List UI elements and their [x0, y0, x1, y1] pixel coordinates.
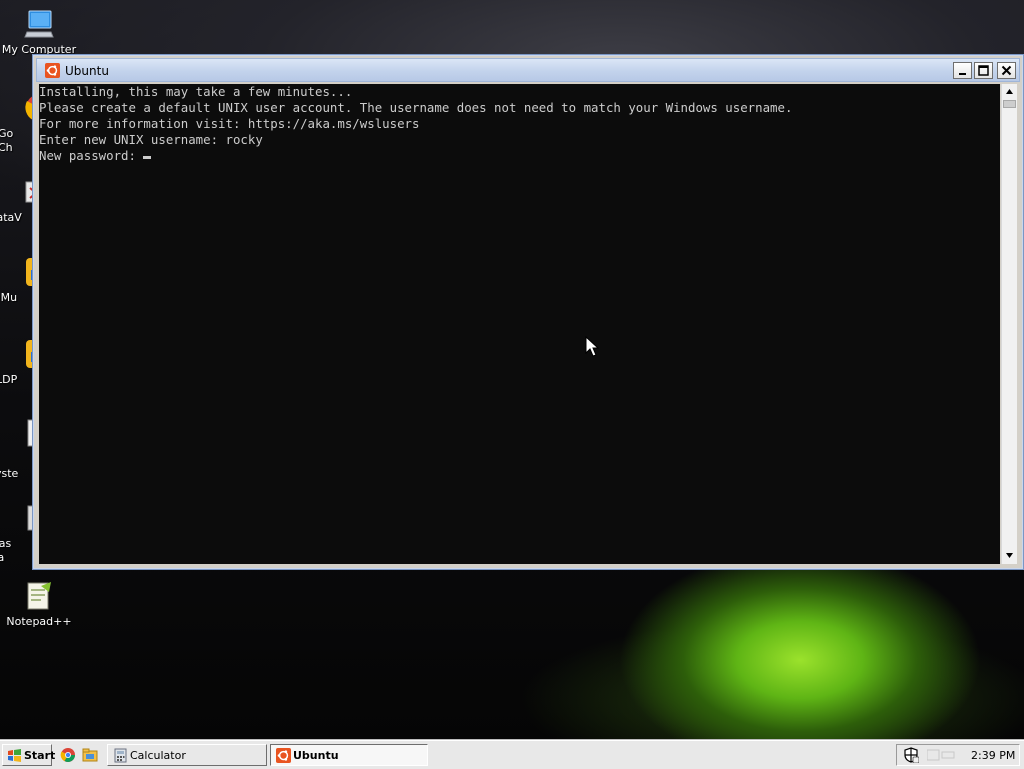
computer-icon	[24, 10, 54, 38]
desktop-icon-label: Notepad++	[6, 615, 72, 628]
scrollbar-thumb[interactable]	[1003, 100, 1016, 108]
arrow-up-icon	[1006, 89, 1013, 94]
start-button[interactable]: Start	[2, 744, 56, 766]
window-titlebar[interactable]: Ubuntu	[36, 58, 1020, 82]
windows-logo-icon	[8, 749, 21, 762]
arrow-down-icon	[1006, 553, 1013, 558]
terminal-line: Enter new UNIX username: rocky	[39, 132, 263, 147]
desktop-icon-my-computer[interactable]: My Computer	[0, 8, 78, 57]
password-prompt: New password:	[39, 148, 144, 163]
minimize-button[interactable]	[953, 62, 972, 79]
minimize-icon	[959, 73, 966, 75]
taskbar-button-label: Ubuntu	[293, 749, 339, 762]
ubuntu-icon	[45, 63, 60, 78]
scroll-up-button[interactable]	[1002, 84, 1017, 99]
taskbar-button-label: Calculator	[130, 749, 186, 762]
terminal-output[interactable]: Installing, this may take a few minutes.…	[39, 84, 1000, 564]
system-tray: 2:39 PM	[896, 744, 1020, 766]
notepadpp-icon	[27, 582, 51, 610]
taskbar: Start Calculator Ubuntu 2:39 PM	[0, 740, 1024, 769]
terminal-line: For more information visit: https://aka.…	[39, 116, 420, 131]
calculator-icon	[114, 748, 127, 763]
chrome-icon[interactable]	[60, 747, 76, 763]
taskbar-button-ubuntu[interactable]: Ubuntu	[270, 744, 428, 766]
vertical-scrollbar[interactable]	[1001, 84, 1017, 564]
close-icon	[1001, 65, 1012, 76]
close-button[interactable]	[997, 62, 1016, 79]
terminal-line: Please create a default UNIX user accoun…	[39, 100, 793, 115]
scroll-down-button[interactable]	[1002, 548, 1017, 563]
desktop: My Computer Go Ch DataV LDMu LDP	[0, 0, 1024, 740]
ubuntu-console-window[interactable]: Ubuntu Installing, this may take a few m…	[32, 54, 1024, 570]
security-shield-icon[interactable]	[903, 747, 919, 763]
mouse-pointer-icon	[585, 336, 599, 357]
start-label: Start	[24, 749, 56, 762]
taskbar-button-calculator[interactable]: Calculator	[107, 744, 267, 766]
ubuntu-icon	[276, 748, 291, 763]
explorer-icon[interactable]	[82, 747, 98, 763]
maximize-icon	[978, 65, 989, 76]
tray-status-icon[interactable]	[927, 749, 955, 761]
terminal-prompt-line: New password:	[39, 148, 1000, 164]
terminal-line: Installing, this may take a few minutes.…	[39, 84, 353, 99]
text-cursor	[143, 156, 152, 159]
desktop-icon-notepadpp[interactable]: Notepad++	[0, 580, 78, 629]
taskbar-clock[interactable]: 2:39 PM	[971, 749, 1015, 762]
window-title: Ubuntu	[65, 64, 109, 78]
maximize-button[interactable]	[974, 62, 993, 79]
